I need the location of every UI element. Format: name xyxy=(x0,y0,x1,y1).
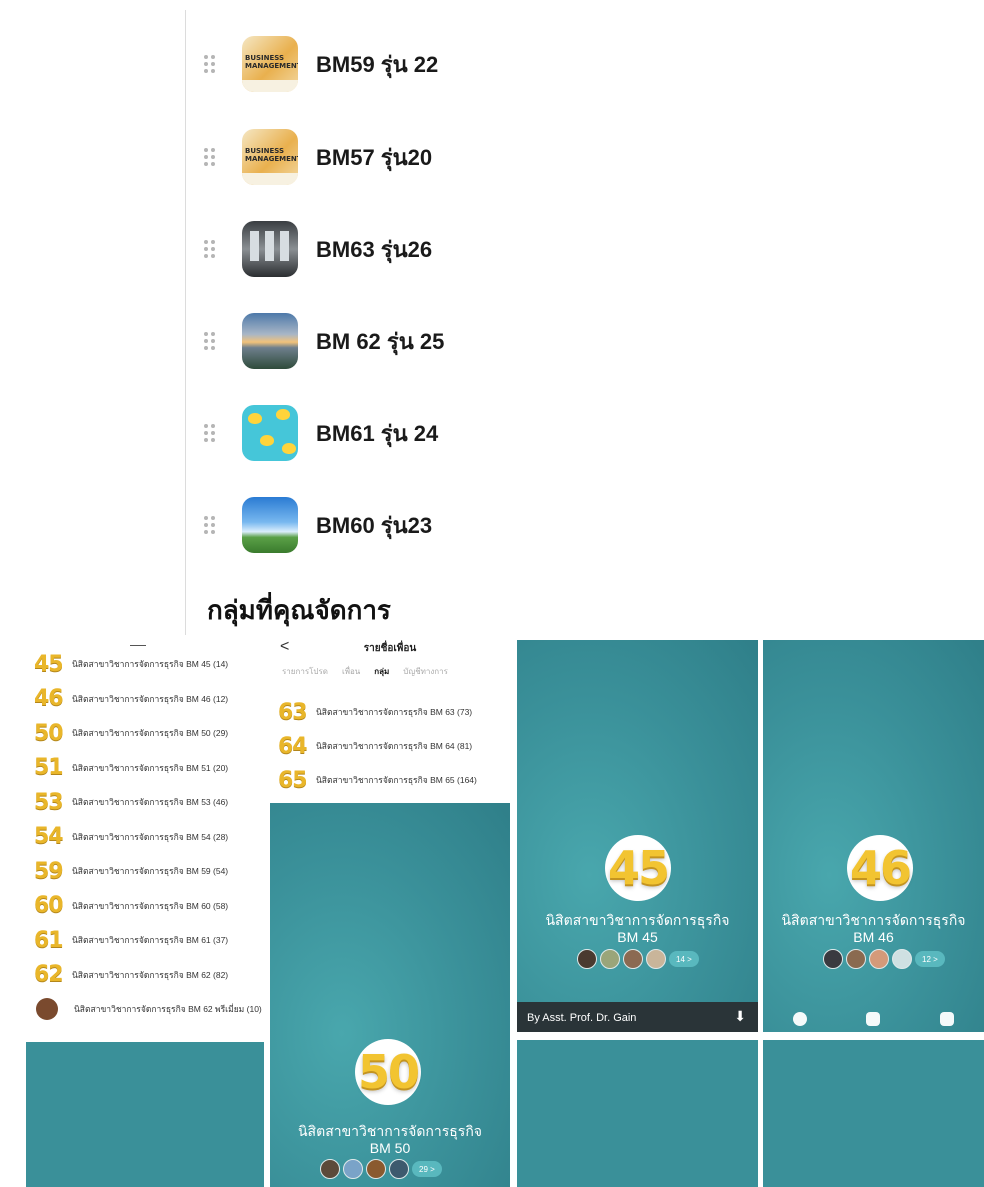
list-item-label: นิสิตสาขาวิชาการจัดการธุรกิจ BM 62 พรีเม… xyxy=(74,1004,262,1014)
list-item[interactable]: 61 นิสิตสาขาวิชาการจัดการธุรกิจ BM 61 (37… xyxy=(34,925,228,955)
list-item[interactable]: 60 นิสิตสาขาวิชาการจัดการธุรกิจ BM 60 (58… xyxy=(34,891,228,921)
list-item-label: นิสิตสาขาวิชาการจัดการธุรกิจ BM 54 (28) xyxy=(72,831,229,842)
group-badge: 50 xyxy=(355,1039,421,1105)
tab-favorites[interactable]: รายการโปรด xyxy=(282,665,328,678)
member-count[interactable]: 29 > xyxy=(412,1161,442,1177)
group-name: BM63 รุ่น26 xyxy=(316,236,433,262)
list-item[interactable]: นิสิตสาขาวิชาการจัดการธุรกิจ BM 62 พรีเม… xyxy=(34,994,262,1024)
download-icon[interactable]: ⬇ xyxy=(734,1008,746,1025)
list-item[interactable]: 54 นิสิตสาขาวิชาการจัดการธุรกิจ BM 54 (28… xyxy=(34,822,228,852)
tab-official[interactable]: บัญชีทางการ xyxy=(403,665,448,678)
list-item[interactable]: 50 นิสิตสาขาวิชาการจัดการธุรกิจ BM 50 (29… xyxy=(34,718,228,748)
group-name: BM60 รุ่น23 xyxy=(316,512,433,538)
divider-vertical xyxy=(185,10,186,635)
friends-list-screenshot: < รายชื่อเพื่อน รายการโปรด เพื่อน กลุ่ม … xyxy=(270,635,510,800)
friends-title: รายชื่อเพื่อน xyxy=(363,643,417,654)
list-item-label: นิสิตสาขาวิชาการจัดการธุรกิจ BM 53 (46) xyxy=(72,797,229,807)
group-row[interactable]: BM63 รุ่น26 xyxy=(200,219,432,279)
group-row[interactable]: BM60 รุ่น23 xyxy=(200,495,432,555)
card-title: นิสิตสาขาวิชาการจัดการธุรกิจ BM 46 xyxy=(781,912,966,945)
section-title: กลุ่มที่คุณจัดการ xyxy=(207,595,391,625)
group-badge: 45 xyxy=(605,835,671,901)
group-name: BM57 รุ่น20 xyxy=(316,144,433,170)
group-name: BM61 รุ่น 24 xyxy=(316,420,439,446)
album-icon[interactable] xyxy=(940,1012,955,1026)
member-avatars: 29 > xyxy=(320,1159,442,1179)
tab-friends[interactable]: เพื่อน xyxy=(342,665,360,678)
group-thumbnail: BUSINESS MANAGEMENT xyxy=(242,36,298,92)
list-item[interactable]: 65 นิสิตสาขาวิชาการจัดการธุรกิจ BM 65 (16… xyxy=(278,765,477,795)
group-card-45[interactable]: 45 นิสิตสาขาวิชาการจัดการธุรกิจ BM 45 14 … xyxy=(517,640,758,1032)
group-row[interactable]: BUSINESS MANAGEMENT BM59 รุ่น 22 xyxy=(200,34,438,94)
drag-handle-icon[interactable] xyxy=(204,332,216,350)
list-item[interactable]: 46 นิสิตสาขาวิชาการจัดการธุรกิจ BM 46 (12… xyxy=(34,684,228,714)
teal-panel xyxy=(763,1040,984,1187)
group-row[interactable]: BUSINESS MANAGEMENT BM57 รุ่น20 xyxy=(200,127,432,187)
list-item[interactable]: 51 นิสิตสาขาวิชาการจัดการธุรกิจ BM 51 (20… xyxy=(34,753,228,783)
list-item-label: นิสิตสาขาวิชาการจัดการธุรกิจ BM 62 (82) xyxy=(72,969,229,980)
group-thumbnail xyxy=(242,221,298,277)
list-item-label: นิสิตสาขาวิชาการจัดการธุรกิจ BM 50 (29) xyxy=(72,728,229,738)
group-thumbnail xyxy=(242,313,298,369)
group-row[interactable]: BM 62 รุ่น 25 xyxy=(200,311,444,371)
group-card-46[interactable]: 46 นิสิตสาขาวิชาการจัดการธุรกิจ BM 46 12 … xyxy=(763,640,984,1032)
member-avatars: 12 > xyxy=(823,949,945,969)
card-title: นิสิตสาขาวิชาการจัดการธุรกิจ BM 45 xyxy=(545,912,730,945)
list-item-label: นิสิตสาขาวิชาการจัดการธุรกิจ BM 61 (37) xyxy=(72,935,229,945)
list-item-label: นิสิตสาขาวิชาการจัดการธุรกิจ BM 45 (14) xyxy=(72,659,229,669)
chat-icon[interactable] xyxy=(792,1012,807,1026)
list-item-label: นิสิตสาขาวิชาการจัดการธุรกิจ BM 60 (58) xyxy=(72,900,229,911)
list-item[interactable]: 53 นิสิตสาขาวิชาการจัดการธุรกิจ BM 53 (46… xyxy=(34,787,228,817)
note-icon[interactable] xyxy=(866,1012,881,1026)
card-actions xyxy=(763,1012,984,1026)
group-badge: 46 xyxy=(847,835,913,901)
group-name: BM59 รุ่น 22 xyxy=(316,51,439,77)
member-count[interactable]: 12 > xyxy=(915,951,945,967)
list-item[interactable]: 64 นิสิตสาขาวิชาการจัดการธุรกิจ BM 64 (81… xyxy=(278,731,472,761)
group-list-screenshot: 45 นิสิตสาขาวิชาการจัดการธุรกิจ BM 45 (14… xyxy=(26,645,266,1040)
member-avatars: 14 > xyxy=(577,949,699,969)
friends-tabs: รายการโปรด เพื่อน กลุ่ม บัญชีทางการ xyxy=(282,665,448,678)
drag-handle-icon[interactable] xyxy=(204,240,216,258)
tab-groups[interactable]: กลุ่ม xyxy=(374,665,389,678)
group-thumbnail xyxy=(242,497,298,553)
group-avatar xyxy=(36,998,58,1020)
list-item-label: นิสิตสาขาวิชาการจัดการธุรกิจ BM 59 (54) xyxy=(72,866,229,876)
teal-panel xyxy=(26,1042,264,1187)
group-thumbnail xyxy=(242,405,298,461)
list-item-label: นิสิตสาขาวิชาการจัดการธุรกิจ BM 51 (20) xyxy=(72,762,229,773)
list-item-label: นิสิตสาขาวิชาการจัดการธุรกิจ BM 46 (12) xyxy=(72,693,229,704)
list-item[interactable]: 45 นิสิตสาขาวิชาการจัดการธุรกิจ BM 45 (14… xyxy=(34,649,228,679)
drag-handle-icon[interactable] xyxy=(204,516,216,534)
drag-handle-icon[interactable] xyxy=(204,55,216,73)
group-row[interactable]: BM61 รุ่น 24 xyxy=(200,403,438,463)
list-item[interactable]: 62 นิสิตสาขาวิชาการจัดการธุรกิจ BM 62 (82… xyxy=(34,960,228,990)
list-item[interactable]: 63 นิสิตสาขาวิชาการจัดการธุรกิจ BM 63 (73… xyxy=(278,697,472,727)
group-thumbnail: BUSINESS MANAGEMENT xyxy=(242,129,298,185)
list-item[interactable]: 59 นิสิตสาขาวิชาการจัดการธุรกิจ BM 59 (54… xyxy=(34,856,228,886)
group-card-50[interactable]: 50 นิสิตสาขาวิชาการจัดการธุรกิจ BM 50 29 … xyxy=(270,803,510,1187)
caption-bar: By Asst. Prof. Dr. Gain ⬇ xyxy=(517,1002,758,1032)
card-title: นิสิตสาขาวิชาการจัดการธุรกิจ BM 50 xyxy=(297,1123,483,1156)
drag-handle-icon[interactable] xyxy=(204,424,216,442)
member-count[interactable]: 14 > xyxy=(669,951,699,967)
group-name: BM 62 รุ่น 25 xyxy=(316,328,445,354)
teal-panel xyxy=(517,1040,758,1187)
drag-handle-icon[interactable] xyxy=(204,148,216,166)
